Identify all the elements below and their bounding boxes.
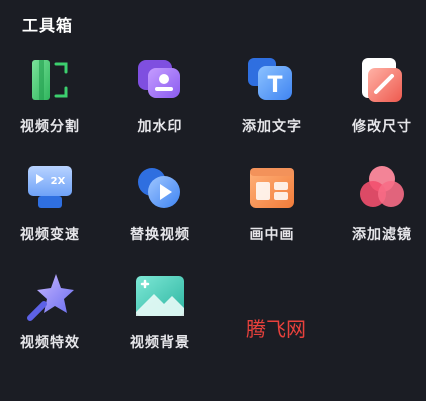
tool-label: 画中画 [249,227,295,243]
replace-video-icon [138,168,180,208]
tool-picture-in-picture[interactable]: 画中画 [222,160,322,260]
tool-label: 加水印 [137,119,183,135]
tool-label: 添加滤镜 [352,227,412,243]
tool-split-video[interactable]: 视频分割 [0,52,100,152]
background-image-icon [136,276,184,316]
text-glyph: T [267,73,282,98]
tool-effects[interactable]: 视频特效 [0,268,100,368]
picture-in-picture-icon [250,168,294,208]
site-watermark: 腾飞网 [246,317,306,341]
tool-resize[interactable]: 修改尺寸 [332,52,426,152]
add-text-icon: T [248,58,292,100]
tool-label: 视频分割 [20,119,80,135]
split-video-icon [32,60,68,100]
tool-label: 视频背景 [130,335,190,351]
tool-filter[interactable]: 添加滤镜 [332,160,426,260]
tool-label: 替换视频 [130,227,190,243]
tool-speed[interactable]: 2X 视频变速 [0,160,100,260]
tool-label: 视频变速 [20,227,80,243]
speed-text: 2X [51,176,66,187]
tool-label: 视频特效 [20,335,80,351]
tool-label: 修改尺寸 [352,119,412,135]
resize-icon [362,58,402,102]
effects-star-icon [27,274,74,321]
tool-replace-video[interactable]: 替换视频 [110,160,210,260]
tool-watermark[interactable]: 加水印 [110,52,210,152]
toolbox-grid: 视频分割 加水印 T 添加文字 修改尺寸 2X 视频变速 替换视频 画中画 添加… [0,0,426,401]
tool-label: 添加文字 [242,119,302,135]
watermark-icon [138,60,180,98]
filter-icon [360,166,404,207]
tool-add-text[interactable]: T 添加文字 [222,52,322,152]
speed-icon: 2X [28,166,72,208]
tool-background[interactable]: 视频背景 [110,268,210,368]
